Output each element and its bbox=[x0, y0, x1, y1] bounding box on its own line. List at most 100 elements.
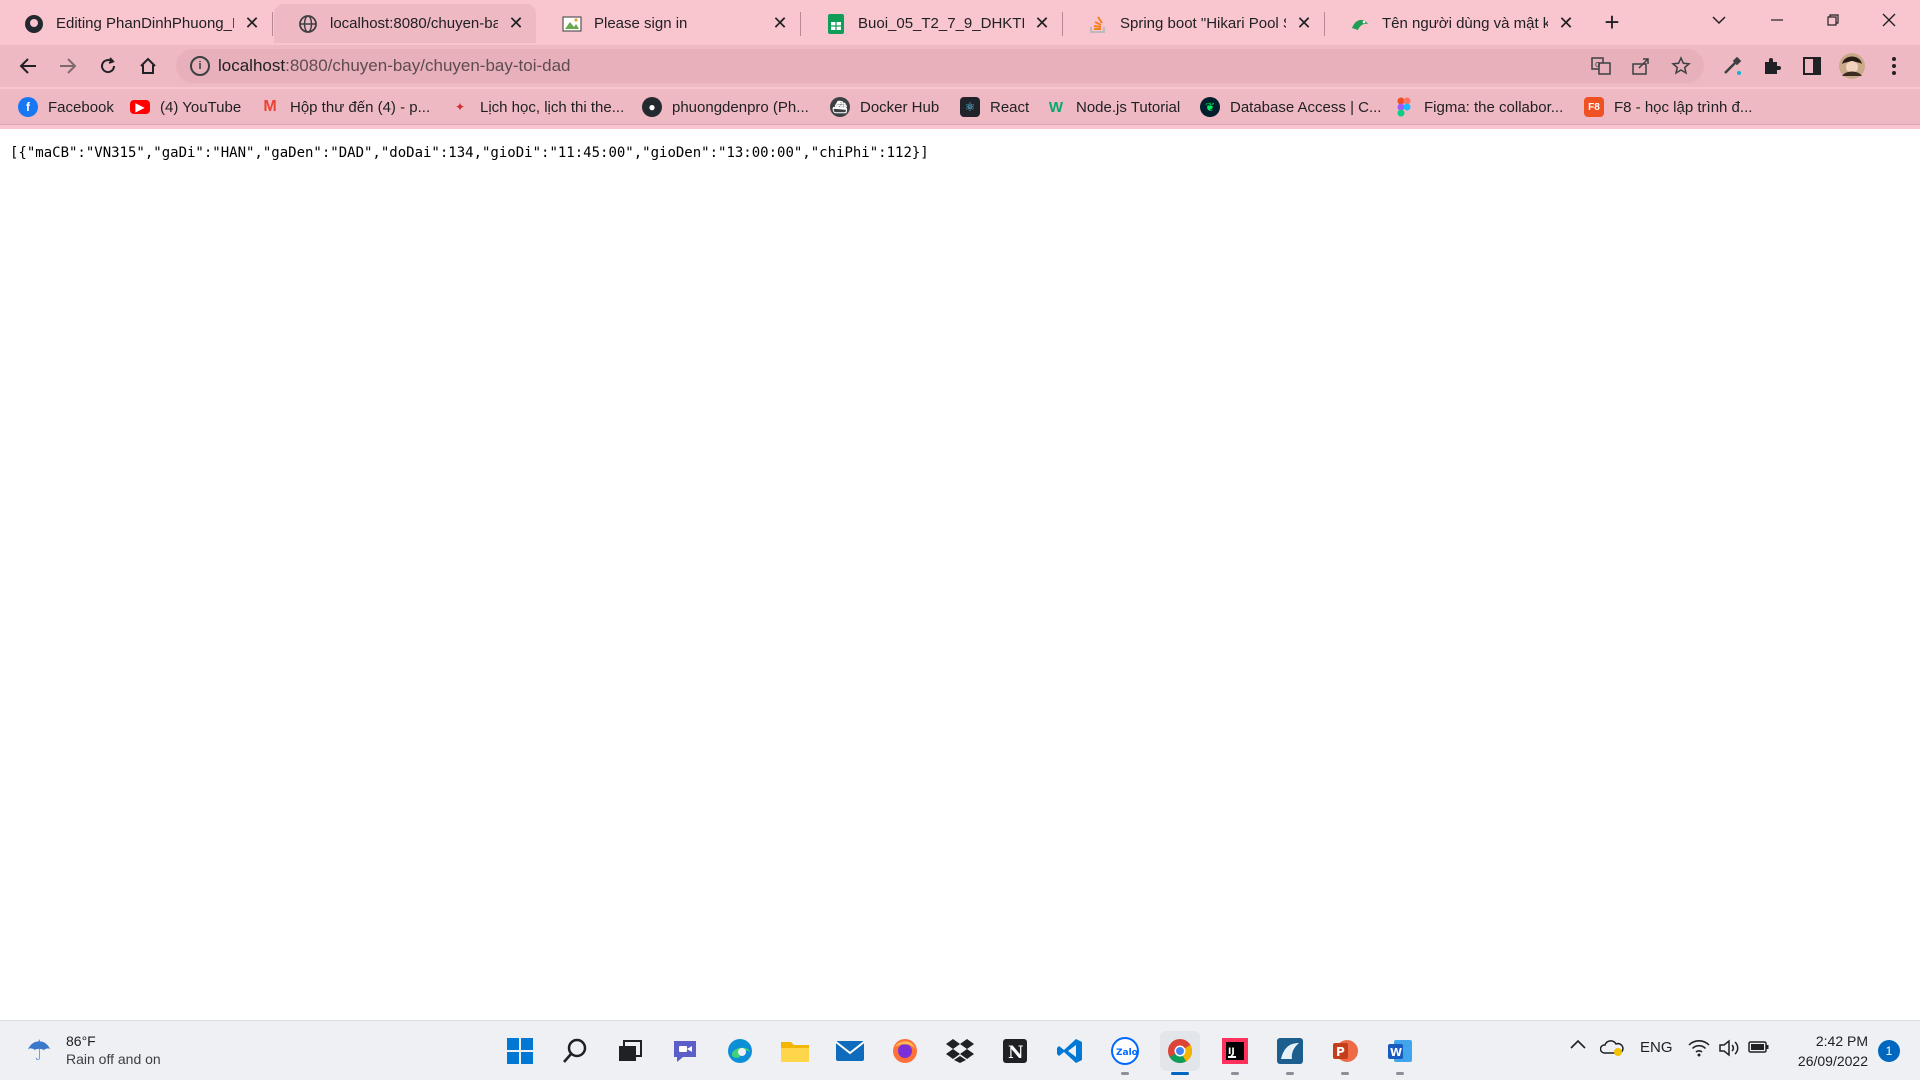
address-bar[interactable]: i localhost:8080/chuyen-bay/chuyen-bay-t… bbox=[176, 49, 1704, 83]
task-view-icon[interactable] bbox=[610, 1031, 650, 1071]
mail-icon[interactable] bbox=[830, 1031, 870, 1071]
search-icon[interactable] bbox=[555, 1031, 595, 1071]
bookmark-label: Hộp thư đến (4) - p... bbox=[290, 98, 431, 116]
dropbox-icon[interactable] bbox=[940, 1031, 980, 1071]
bookmark-gmail[interactable]: M Hộp thư đến (4) - p... bbox=[260, 96, 430, 118]
svg-text:G: G bbox=[1595, 61, 1600, 69]
notification-badge[interactable]: 1 bbox=[1878, 1040, 1900, 1062]
close-window-button[interactable] bbox=[1862, 4, 1916, 36]
weather-widget[interactable]: ☂ 86°F Rain off and on bbox=[22, 1033, 160, 1067]
close-icon[interactable]: ✕ bbox=[1294, 13, 1314, 34]
picture-icon bbox=[562, 14, 582, 34]
bookmark-mongodb[interactable]: ❦ Database Access | C... bbox=[1200, 96, 1381, 118]
tab-username-password[interactable]: Tên người dùng và mật khẩ ✕ bbox=[1326, 4, 1586, 43]
menu-kebab-icon[interactable] bbox=[1878, 50, 1910, 82]
battery-icon[interactable] bbox=[1748, 1039, 1770, 1055]
youtube-icon: ▶ bbox=[130, 100, 150, 114]
tab-title: Tên người dùng và mật khẩ bbox=[1382, 15, 1548, 32]
tab-stackoverflow[interactable]: Spring boot "Hikari Pool Sh ✕ bbox=[1064, 4, 1324, 43]
url-text[interactable]: localhost:8080/chuyen-bay/chuyen-bay-toi… bbox=[218, 56, 571, 76]
bookmark-docker[interactable]: ⛴ Docker Hub bbox=[830, 96, 939, 118]
word-icon[interactable]: W bbox=[1380, 1031, 1420, 1075]
vscode-icon[interactable] bbox=[1050, 1031, 1090, 1071]
chrome-icon[interactable] bbox=[1160, 1031, 1200, 1075]
bookmark-label: (4) YouTube bbox=[160, 98, 242, 116]
minimize-button[interactable] bbox=[1750, 4, 1804, 36]
wifi-icon[interactable] bbox=[1688, 1039, 1710, 1057]
bookmark-f8[interactable]: F8 F8 - học lập trình đ... bbox=[1584, 96, 1752, 118]
url-host: localhost bbox=[218, 56, 286, 75]
tab-github-editing[interactable]: Editing PhanDinhPhuong_K ✕ bbox=[0, 4, 272, 43]
browser-chrome: Editing PhanDinhPhuong_K ✕ localhost:808… bbox=[0, 0, 1920, 129]
bookmark-youtube[interactable]: ▶ (4) YouTube bbox=[130, 96, 241, 118]
close-icon[interactable]: ✕ bbox=[506, 13, 526, 34]
tab-localhost[interactable]: localhost:8080/chuyen-bay/ ✕ bbox=[274, 4, 536, 43]
close-icon[interactable]: ✕ bbox=[1556, 13, 1576, 34]
show-hidden-icons-chevron-icon[interactable] bbox=[1570, 1039, 1586, 1049]
powerpoint-icon[interactable]: P bbox=[1325, 1031, 1365, 1075]
file-explorer-icon[interactable] bbox=[775, 1031, 815, 1071]
svg-text:Zalo: Zalo bbox=[1116, 1048, 1138, 1058]
intellij-icon[interactable]: IJ bbox=[1215, 1031, 1255, 1075]
browser-toolbar: i localhost:8080/chuyen-bay/chuyen-bay-t… bbox=[0, 45, 1920, 87]
bookmark-star-icon[interactable] bbox=[1670, 55, 1692, 77]
close-icon[interactable]: ✕ bbox=[242, 13, 262, 34]
back-button[interactable] bbox=[12, 50, 44, 82]
share-icon[interactable] bbox=[1630, 55, 1652, 77]
bookmark-label: Node.js Tutorial bbox=[1076, 98, 1181, 116]
zalo-icon[interactable]: Zalo bbox=[1105, 1031, 1145, 1075]
profile-avatar[interactable] bbox=[1836, 50, 1868, 82]
teams-chat-icon[interactable] bbox=[665, 1031, 705, 1071]
taskbar-clock[interactable]: 2:42 PM 26/09/2022 bbox=[1798, 1031, 1868, 1071]
edge-browser-icon[interactable] bbox=[720, 1031, 760, 1071]
eyedropper-extension-icon[interactable] bbox=[1716, 50, 1748, 82]
url-path: :8080/chuyen-bay/chuyen-bay-toi-dad bbox=[285, 56, 571, 75]
close-icon[interactable]: ✕ bbox=[1032, 13, 1052, 34]
new-tab-button[interactable]: + bbox=[1598, 7, 1626, 37]
language-indicator[interactable]: ENG bbox=[1640, 1039, 1673, 1056]
bookmark-github[interactable]: ● phuongdenpro (Ph... bbox=[642, 96, 809, 118]
restore-button[interactable] bbox=[1806, 4, 1860, 36]
bookmark-label: Lịch học, lịch thi the... bbox=[480, 98, 625, 116]
docker-icon: ⛴ bbox=[830, 97, 850, 117]
close-icon[interactable]: ✕ bbox=[770, 13, 790, 34]
tab-title: Editing PhanDinhPhuong_K bbox=[56, 15, 234, 32]
start-button[interactable] bbox=[500, 1031, 540, 1071]
mysql-workbench-icon[interactable] bbox=[1270, 1031, 1310, 1075]
side-panel-icon[interactable] bbox=[1796, 50, 1828, 82]
forward-button[interactable] bbox=[52, 50, 84, 82]
notion-icon[interactable]: N bbox=[995, 1031, 1035, 1071]
bookmark-label: phuongdenpro (Ph... bbox=[672, 98, 809, 116]
bookmark-facebook[interactable]: f Facebook bbox=[18, 96, 114, 118]
json-response-text: [{"maCB":"VN315","gaDi":"HAN","gaDen":"D… bbox=[10, 145, 929, 161]
firefox-icon[interactable] bbox=[885, 1031, 925, 1071]
tab-google-sheets[interactable]: Buoi_05_T2_7_9_DHKTPM15 ✕ bbox=[802, 4, 1062, 43]
site-info-icon[interactable]: i bbox=[190, 56, 210, 76]
bookmark-react[interactable]: ⚛ React bbox=[960, 96, 1029, 118]
bookmark-label: Facebook bbox=[48, 98, 114, 116]
onedrive-sync-icon[interactable] bbox=[1600, 1039, 1624, 1057]
sheets-icon bbox=[826, 13, 846, 34]
tab-please-sign-in[interactable]: Please sign in ✕ bbox=[538, 4, 800, 43]
clock-time: 2:42 PM bbox=[1815, 1033, 1868, 1049]
tab-search-chevron-icon[interactable] bbox=[1692, 4, 1746, 36]
tab-title: Please sign in bbox=[594, 15, 688, 32]
svg-text:N: N bbox=[1008, 1043, 1024, 1063]
bookmark-nodejs-tutorial[interactable]: W Node.js Tutorial bbox=[1046, 96, 1180, 118]
bookmarks-bar: f Facebook ▶ (4) YouTube M Hộp thư đến (… bbox=[0, 89, 1920, 125]
bird-icon bbox=[1350, 14, 1370, 34]
reload-button[interactable] bbox=[92, 50, 124, 82]
extensions-puzzle-icon[interactable] bbox=[1756, 50, 1788, 82]
umbrella-rain-icon: ☂ bbox=[26, 1034, 52, 1066]
tab-divider bbox=[800, 12, 801, 36]
react-icon: ⚛ bbox=[960, 97, 980, 117]
tab-title: Buoi_05_T2_7_9_DHKTPM15 bbox=[858, 15, 1024, 32]
translate-icon[interactable]: G bbox=[1590, 55, 1612, 77]
bookmark-iuh[interactable]: ✦ Lịch học, lịch thi the... bbox=[450, 96, 624, 118]
volume-icon[interactable] bbox=[1718, 1039, 1740, 1057]
bookmark-figma[interactable]: Figma: the collabor... bbox=[1394, 96, 1563, 118]
home-button[interactable] bbox=[132, 50, 164, 82]
gmail-icon: M bbox=[263, 98, 277, 115]
page-content: [{"maCB":"VN315","gaDi":"HAN","gaDen":"D… bbox=[0, 129, 1920, 1019]
bookmark-label: F8 - học lập trình đ... bbox=[1614, 98, 1753, 116]
